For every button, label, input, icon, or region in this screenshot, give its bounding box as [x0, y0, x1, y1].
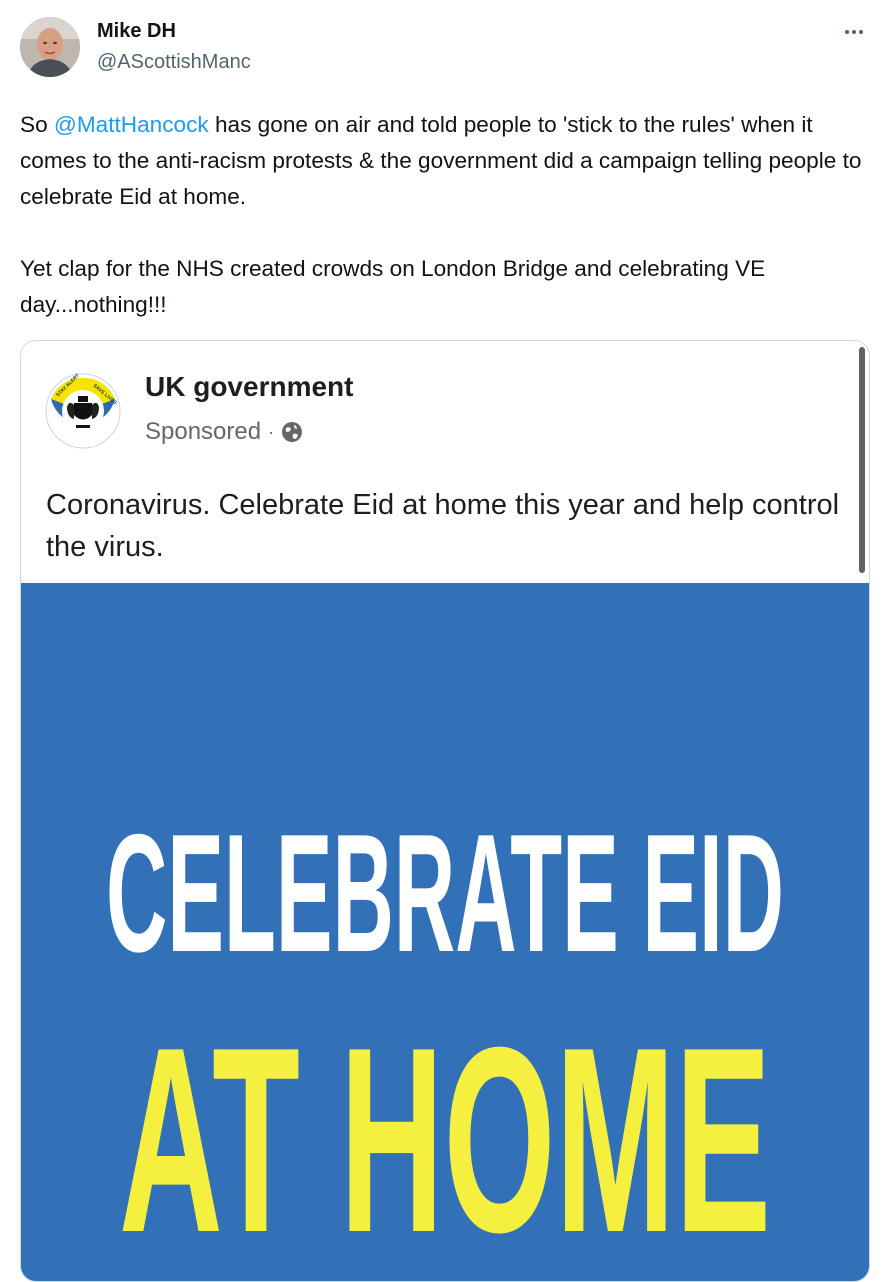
mention-link[interactable]: @MattHancock: [54, 112, 209, 137]
sponsored-label: Sponsored: [145, 418, 262, 445]
tweet-text-prefix: So: [20, 112, 54, 137]
tweet-paragraph: Yet clap for the NHS created crowds on L…: [20, 256, 766, 317]
tweet-paragraph: So @MattHancock has gone on air and told…: [20, 107, 865, 215]
tweet-media-image[interactable]: STAY ALERT SAVE LIVES CONTROL THE VIRUS …: [20, 340, 870, 1282]
campaign-poster: CELEBRATE EID AT HOME: [21, 583, 869, 1281]
separator-dot: ·: [268, 421, 275, 442]
embedded-post-header: STAY ALERT SAVE LIVES CONTROL THE VIRUS …: [21, 341, 869, 583]
poster-headline-line2: AT HOME: [119, 992, 771, 1281]
more-horizontal-icon: [845, 30, 863, 34]
tweet: Mike DH @AScottishManc So @MattHancock h…: [0, 0, 890, 1282]
author-display-name[interactable]: Mike DH: [97, 20, 176, 43]
author-handle[interactable]: @AScottishManc: [97, 51, 251, 74]
scrollbar-thumb: [859, 347, 865, 573]
globe-icon: [282, 422, 303, 442]
coat-of-arms-icon: STAY ALERT SAVE LIVES CONTROL THE VIRUS: [45, 373, 121, 457]
poster-artwork: CELEBRATE EID AT HOME: [106, 799, 784, 1281]
avatar[interactable]: [20, 17, 80, 77]
avatar-photo: [20, 17, 80, 77]
uk-government-logo: STAY ALERT SAVE LIVES CONTROL THE VIRUS: [45, 373, 121, 457]
sponsored-row: Sponsored ·: [145, 418, 303, 446]
embedded-post-text: Coronavirus. Celebrate Eid at home this …: [46, 489, 840, 563]
more-options-button[interactable]: [838, 18, 870, 46]
page-name: UK government: [145, 371, 354, 402]
poster-headline-line1: CELEBRATE EID: [106, 799, 784, 987]
tweet-text: So @MattHancock has gone on air and told…: [20, 107, 865, 323]
